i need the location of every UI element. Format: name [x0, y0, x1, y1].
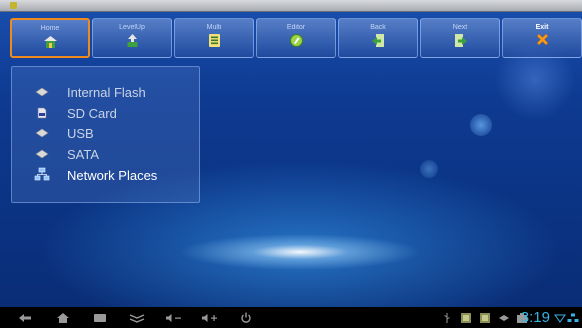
location-internal-flash[interactable]: Internal Flash: [34, 83, 146, 101]
exit-button-label: Exit: [535, 24, 549, 31]
notification-app-icon[interactable]: [460, 310, 472, 325]
back-button[interactable]: Back: [338, 18, 418, 58]
usb-drive-icon: [34, 126, 50, 140]
flash-drive-icon: [34, 85, 50, 99]
level-up-icon: [125, 33, 140, 48]
wifi-status-icon: [554, 310, 566, 325]
app-indicator-icon: [10, 2, 17, 9]
location-label: Network Places: [67, 167, 158, 183]
level-up-button-label: LevelUp: [119, 24, 145, 31]
storage-status-icon: [498, 310, 510, 325]
location-sata[interactable]: SATA: [34, 145, 99, 163]
exit-x-icon: [535, 33, 550, 48]
storage-locations-panel: Internal Flash SD Card USB SATA Network …: [11, 66, 200, 203]
system-navigation-bar: 3:19: [0, 307, 582, 328]
exit-button[interactable]: Exit: [502, 18, 582, 58]
home-button-label: Home: [40, 25, 60, 32]
volume-up-icon[interactable]: [201, 310, 219, 325]
home-icon: [43, 34, 58, 49]
back-arrow-icon: [371, 33, 386, 48]
next-arrow-icon: [453, 33, 468, 48]
location-label: Internal Flash: [67, 84, 146, 100]
editor-icon: [289, 33, 304, 48]
next-button[interactable]: Next: [420, 18, 500, 58]
location-network-places[interactable]: Network Places: [34, 166, 157, 184]
notification-app-icon[interactable]: [479, 310, 491, 325]
network-status-icon: [567, 310, 579, 325]
nav-recent-apps-icon[interactable]: [93, 310, 107, 325]
multi-select-icon: [207, 33, 222, 48]
location-label: SATA: [67, 146, 100, 162]
nav-back-icon[interactable]: [18, 310, 32, 325]
wallpaper-orb: [420, 160, 438, 178]
status-clock: 3:19: [520, 309, 550, 326]
top-title-strip: [0, 0, 582, 12]
multi-button-label: Multi: [206, 24, 222, 31]
back-button-label: Back: [370, 24, 386, 31]
location-label: USB: [67, 125, 94, 141]
location-usb[interactable]: USB: [34, 124, 94, 142]
nav-menu-icon[interactable]: [129, 310, 145, 325]
network-places-icon: [34, 167, 50, 182]
editor-button[interactable]: Editor: [256, 18, 336, 58]
next-button-label: Next: [452, 24, 468, 31]
file-manager-toolbar: Home LevelUp Multi Editor Back Next Exit: [10, 18, 582, 62]
home-button[interactable]: Home: [10, 18, 90, 58]
usb-status-icon: [443, 310, 451, 325]
power-icon[interactable]: [240, 310, 252, 325]
location-sd-card[interactable]: SD Card: [34, 104, 117, 122]
nav-home-icon[interactable]: [56, 310, 70, 325]
location-label: SD Card: [67, 105, 117, 121]
level-up-button[interactable]: LevelUp: [92, 18, 172, 58]
wallpaper-orb: [470, 114, 492, 136]
sd-card-icon: [34, 106, 50, 120]
volume-down-icon[interactable]: [165, 310, 183, 325]
sata-drive-icon: [34, 147, 50, 161]
editor-button-label: Editor: [286, 24, 306, 31]
multi-button[interactable]: Multi: [174, 18, 254, 58]
